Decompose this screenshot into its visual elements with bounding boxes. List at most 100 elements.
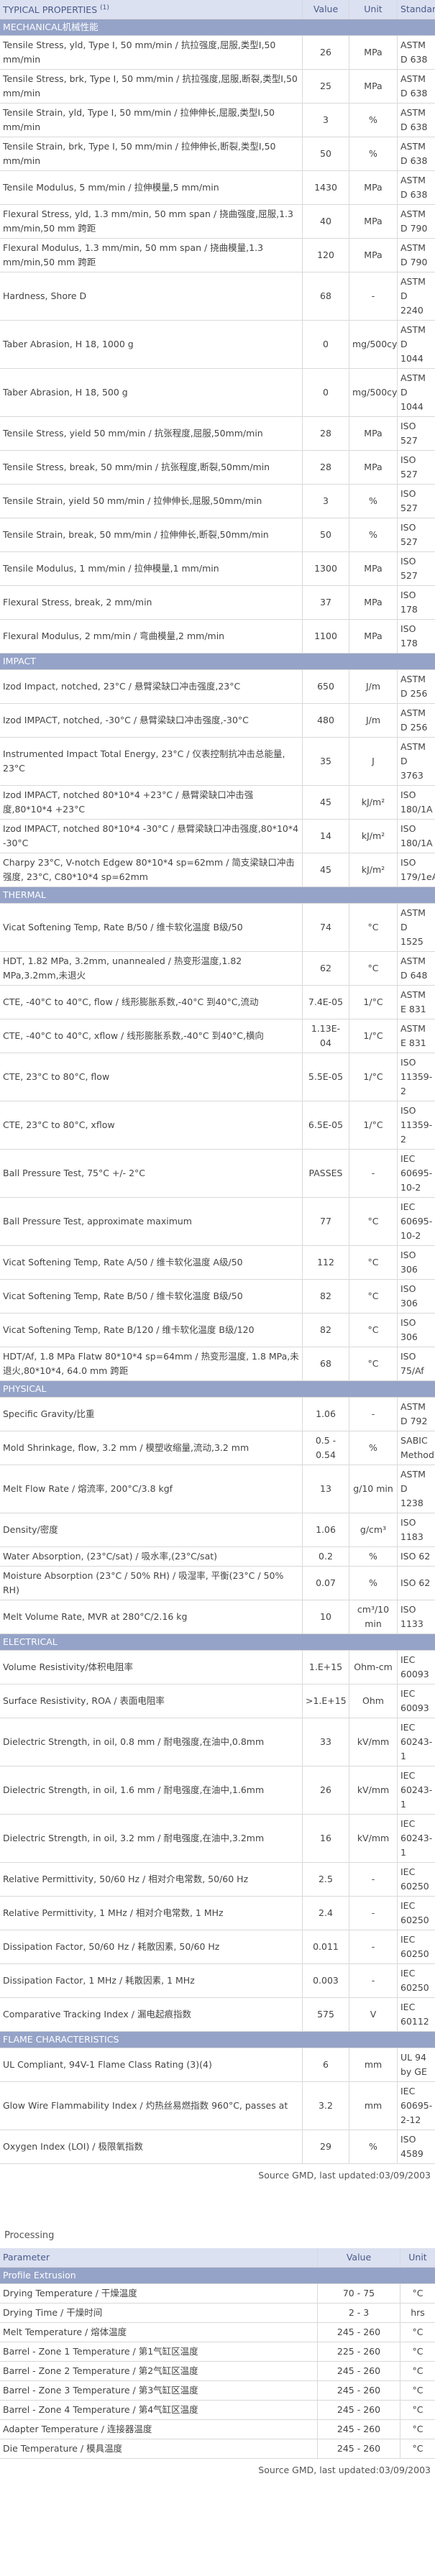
- property-name: Tensile Strain, break, 50 mm/min / 拉伸伸长,…: [0, 518, 303, 552]
- processing-header-row: Parameter Value Unit: [0, 2248, 435, 2268]
- parameter-unit: °C: [400, 2400, 435, 2420]
- property-value: 575: [302, 1997, 349, 2032]
- property-name: Ball Pressure Test, approximate maximum: [0, 1197, 303, 1246]
- datasheet: TYPICAL PROPERTIES (1)ValueUnitStandardM…: [0, 0, 435, 2483]
- property-value: 1.06: [302, 1513, 349, 1547]
- property-unit: -: [349, 1896, 398, 1930]
- property-row: HDT/Af, 1.8 MPa Flatw 80*10*4 sp=64mm / …: [0, 1347, 435, 1381]
- property-value: 25: [302, 69, 349, 104]
- property-value: 62: [302, 951, 349, 986]
- property-row: Ball Pressure Test, approximate maximum 7…: [0, 1197, 435, 1246]
- property-value: 1.E+15: [302, 1650, 349, 1685]
- parameter-name: Barrel - Zone 4 Temperature / 第4气缸区温度: [0, 2400, 318, 2420]
- processing-row: Adapter Temperature / 连接器温度 245 - 260 °C: [0, 2419, 435, 2439]
- property-name: Relative Permittivity, 1 MHz / 相对介电常数, 1…: [0, 1896, 303, 1930]
- parameter-unit: °C: [400, 2439, 435, 2459]
- property-value: 0.5 - 0.54: [302, 1431, 349, 1465]
- property-standard: IEC 60093: [397, 1684, 435, 1718]
- property-standard: ISO 180/1A: [397, 819, 435, 853]
- property-standard: ISO 306: [397, 1313, 435, 1347]
- property-name: UL Compliant, 94V-1 Flame Class Rating (…: [0, 2048, 303, 2082]
- property-value: 3: [302, 103, 349, 137]
- processing-row: Barrel - Zone 1 Temperature / 第1气缸区温度 225…: [0, 2342, 435, 2362]
- property-name: Tensile Modulus, 5 mm/min / 拉伸模量,5 mm/mi…: [0, 170, 303, 205]
- parameter-name: Barrel - Zone 1 Temperature / 第1气缸区温度: [0, 2342, 318, 2362]
- property-unit: %: [349, 2130, 398, 2164]
- property-value: >1.E+15: [302, 1684, 349, 1718]
- properties-header-footnote-mark: (1): [100, 4, 109, 12]
- property-row: CTE, 23°C to 80°C, xflow 6.5E-05 1/°C ISO 1…: [0, 1101, 435, 1150]
- property-unit: MPa: [349, 551, 398, 586]
- property-row: Dielectric Strength, in oil, 1.6 mm / 耐电…: [0, 1766, 435, 1815]
- property-name: Tensile Stress, brk, Type I, 50 mm/min /…: [0, 69, 303, 104]
- property-unit: °C: [349, 951, 398, 986]
- property-unit: 1/°C: [349, 1053, 398, 1101]
- property-standard: ASTM D 638: [397, 35, 435, 70]
- property-row: Flexural Stress, break, 2 mm/min 37 MPa ISO…: [0, 585, 435, 620]
- property-name: Hardness, Shore D: [0, 272, 303, 321]
- property-unit: J: [349, 737, 398, 786]
- property-value: 2.4: [302, 1896, 349, 1930]
- property-name: Taber Abrasion, H 18, 500 g: [0, 368, 303, 417]
- property-unit: %: [349, 137, 398, 171]
- property-standard: IEC 60243-1: [397, 1766, 435, 1815]
- property-name: Relative Permittivity, 50/60 Hz / 相对介电常数…: [0, 1862, 303, 1897]
- property-unit: %: [349, 103, 398, 137]
- property-name: HDT/Af, 1.8 MPa Flatw 80*10*4 sp=64mm / …: [0, 1347, 303, 1381]
- parameter-name: Drying Temperature / 干燥温度: [0, 2283, 318, 2304]
- property-standard: ASTM D 1044: [397, 368, 435, 417]
- property-name: Tensile Modulus, 1 mm/min / 拉伸模量,1 mm/mi…: [0, 551, 303, 586]
- property-row: Dissipation Factor, 1 MHz / 耗散因素, 1 MHz 0…: [0, 1963, 435, 1998]
- property-standard: ISO 178: [397, 619, 435, 654]
- property-standard: ASTM D 1525: [397, 903, 435, 952]
- column-header-unit: Unit: [349, 0, 398, 19]
- property-name: CTE, 23°C to 80°C, xflow: [0, 1101, 303, 1150]
- property-row: Instrumented Impact Total Energy, 23°C /…: [0, 737, 435, 786]
- property-standard: IEC 60695-2-12: [397, 2081, 435, 2130]
- property-row: Vicat Softening Temp, Rate B/50 / 维卡软化温度…: [0, 903, 435, 952]
- property-unit: -: [349, 272, 398, 321]
- property-name: Dissipation Factor, 50/60 Hz / 耗散因素, 50/…: [0, 1930, 303, 1964]
- property-standard: SABIC Method: [397, 1431, 435, 1465]
- property-unit: kV/mm: [349, 1766, 398, 1815]
- property-value: 74: [302, 903, 349, 952]
- property-row: Vicat Softening Temp, Rate B/120 / 维卡软化温…: [0, 1313, 435, 1347]
- property-value: 3.2: [302, 2081, 349, 2130]
- property-value: 26: [302, 35, 349, 70]
- column-header-value: Value: [302, 0, 349, 19]
- property-name: Dielectric Strength, in oil, 3.2 mm / 耐电…: [0, 1814, 303, 1863]
- property-value: 10: [302, 1600, 349, 1634]
- parameter-value: 225 - 260: [317, 2342, 400, 2362]
- property-unit: °C: [349, 1313, 398, 1347]
- property-name: Taber Abrasion, H 18, 1000 g: [0, 320, 303, 369]
- property-standard: UL 94 by GE: [397, 2048, 435, 2082]
- property-value: 6: [302, 2048, 349, 2082]
- property-name: Moisture Absorption (23°C / 50% RH) / 吸湿…: [0, 1566, 303, 1600]
- parameter-value: 245 - 260: [317, 2380, 400, 2401]
- section-header-row: FLAME CHARACTERISTICS: [0, 2031, 435, 2048]
- property-name: Tensile Stress, yld, Type I, 50 mm/min /…: [0, 35, 303, 70]
- property-standard: IEC 60250: [397, 1963, 435, 1998]
- property-unit: kJ/m²: [349, 853, 398, 887]
- property-row: UL Compliant, 94V-1 Flame Class Rating (…: [0, 2048, 435, 2082]
- property-value: 28: [302, 416, 349, 451]
- property-unit: -: [349, 1930, 398, 1964]
- property-unit: %: [349, 484, 398, 518]
- property-name: Dielectric Strength, in oil, 1.6 mm / 耐电…: [0, 1766, 303, 1815]
- property-value: 1300: [302, 551, 349, 586]
- property-unit: MPa: [349, 416, 398, 451]
- property-value: 50: [302, 518, 349, 552]
- property-name: Dielectric Strength, in oil, 0.8 mm / 耐电…: [0, 1718, 303, 1766]
- processing-row: Barrel - Zone 2 Temperature / 第2气缸区温度 245…: [0, 2361, 435, 2381]
- property-value: 13: [302, 1465, 349, 1513]
- property-name: Tensile Stress, break, 50 mm/min / 抗张程度,…: [0, 450, 303, 485]
- property-value: 5.5E-05: [302, 1053, 349, 1101]
- property-standard: IEC 60243-1: [397, 1814, 435, 1863]
- property-standard: ISO 1183: [397, 1513, 435, 1547]
- property-row: Taber Abrasion, H 18, 1000 g 0 mg/500cy AST…: [0, 320, 435, 369]
- typical-properties-table: TYPICAL PROPERTIES (1)ValueUnitStandardM…: [0, 0, 435, 2164]
- property-row: Izod IMPACT, notched, -30°C / 悬臂梁缺口冲击强度,…: [0, 703, 435, 738]
- property-value: 40: [302, 204, 349, 239]
- property-unit: MPa: [349, 204, 398, 239]
- property-unit: J/m: [349, 703, 398, 738]
